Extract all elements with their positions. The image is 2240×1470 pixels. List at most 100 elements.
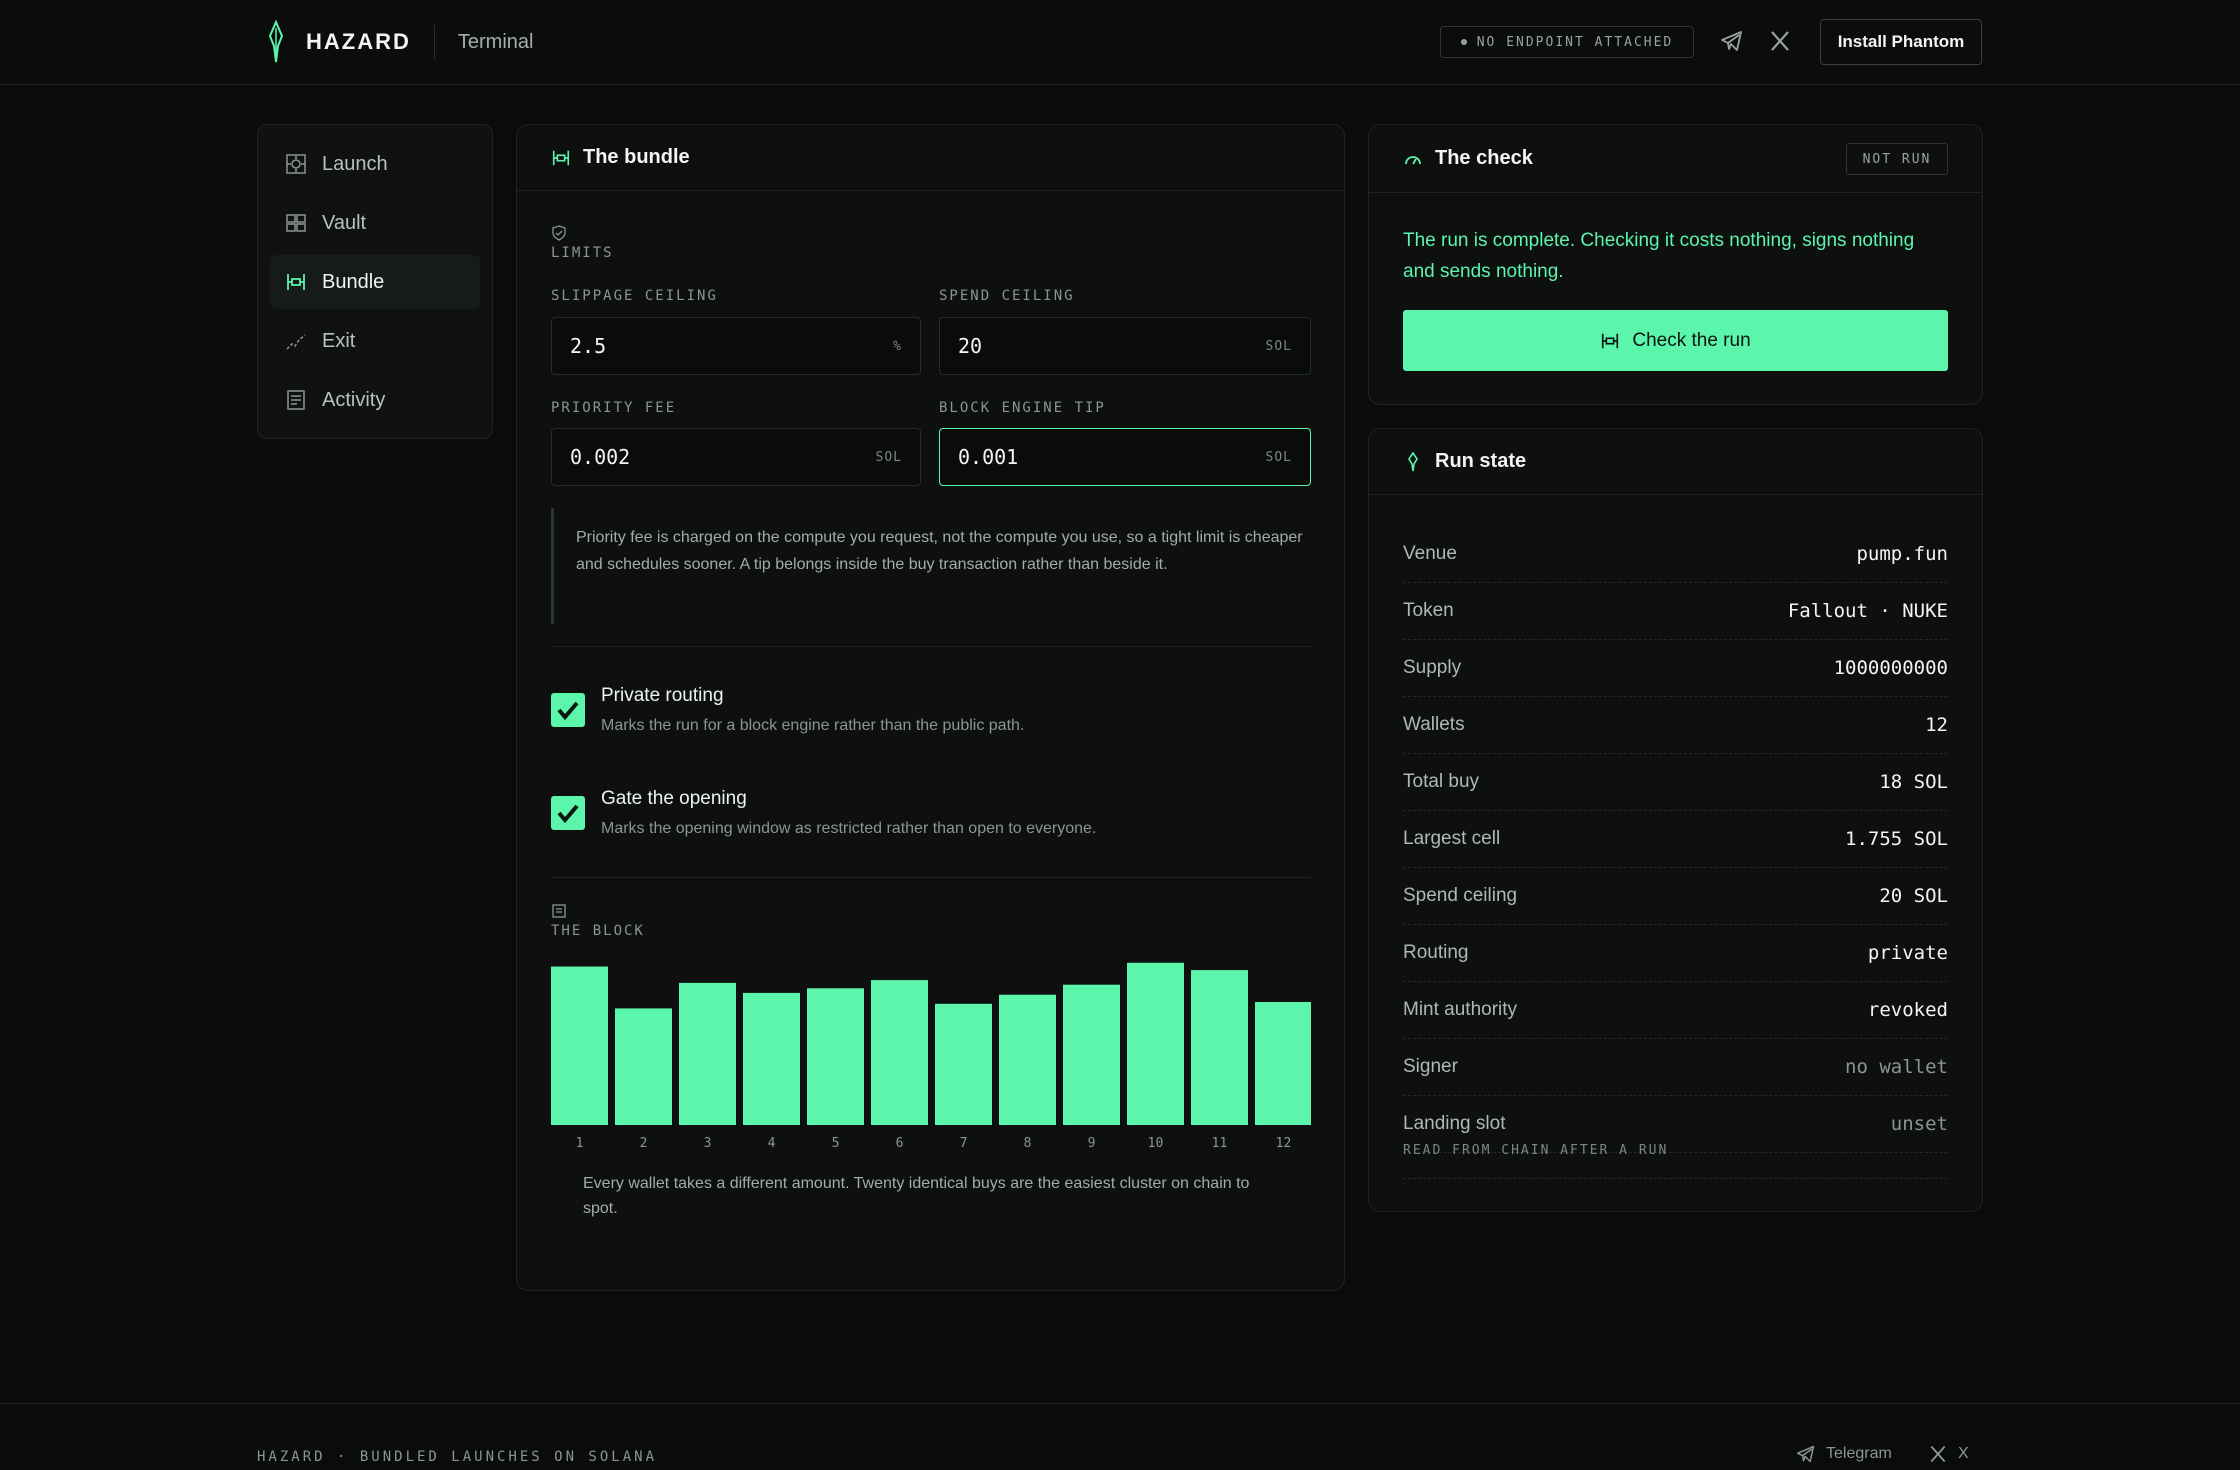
slippage-unit: % [893, 338, 902, 354]
block-label: THE BLOCK [551, 923, 645, 939]
sidebar-item-vault[interactable]: Vault [270, 196, 480, 250]
run-state-key: Routing [1403, 942, 1469, 963]
run-state-key: Landing slot [1403, 1113, 1506, 1134]
divider [551, 646, 1311, 647]
bar-wallet-3 [679, 982, 736, 1125]
panel-title: Run state [1435, 450, 1527, 472]
run-state-key: Mint authority [1403, 999, 1518, 1020]
brand-separator [433, 25, 435, 59]
activity-icon [287, 390, 305, 410]
bar-tick-label: 12 [1276, 1136, 1292, 1151]
check-run-label: Check the run [1632, 329, 1751, 351]
bar-wallet-6 [871, 980, 928, 1125]
run-state-key: Supply [1403, 657, 1462, 678]
spend-unit: SOL [1265, 338, 1292, 354]
bar-tick-label: 11 [1212, 1136, 1228, 1151]
private-routing-option[interactable]: Private routing Marks the run for a bloc… [551, 685, 1311, 745]
block-bar-chart: 1 2 3 4 5 6 7 8 9 10 11 12 [551, 962, 1312, 1151]
spend-value: 20 [958, 334, 983, 358]
tip-unit: SOL [1265, 449, 1292, 465]
priority-fee-input[interactable]: 0.002 SOL [551, 428, 921, 486]
x-icon [1930, 1445, 1946, 1463]
fee-note: Priority fee is charged on the compute y… [551, 508, 1311, 624]
run-state-row: Largest cell 1.755 SOL [1403, 811, 1948, 868]
spend-input[interactable]: 20 SOL [939, 317, 1311, 375]
run-state-value: no wallet [1845, 1056, 1948, 1078]
private-routing-desc: Marks the run for a block engine rather … [601, 717, 1025, 734]
bundle-icon [287, 274, 305, 290]
crystal-icon [1408, 451, 1418, 471]
run-state-key: Token [1403, 600, 1454, 621]
bar-tick-label: 7 [960, 1136, 968, 1151]
tip-value: 0.001 [958, 445, 1019, 469]
bar-wallet-12 [1255, 1002, 1312, 1125]
sidebar-item-label: Exit [322, 329, 356, 352]
run-state-row: Total buy 18 SOL [1403, 754, 1948, 811]
gauge-icon [1405, 155, 1421, 164]
slippage-input[interactable]: 2.5 % [551, 317, 921, 375]
footer-x-link[interactable]: X [1928, 1444, 1969, 1464]
gate-opening-checkbox[interactable] [551, 796, 585, 830]
vault-icon [286, 214, 306, 232]
bar-wallet-10 [1127, 962, 1184, 1125]
private-routing-checkbox[interactable] [551, 693, 585, 727]
sidebar-item-label: Bundle [322, 270, 385, 293]
slippage-value: 2.5 [570, 334, 607, 358]
block-engine-tip-input[interactable]: 0.001 SOL [939, 428, 1311, 486]
panel-title: The bundle [583, 146, 690, 168]
run-state-key: Wallets [1403, 714, 1465, 735]
limits-label: LIMITS [551, 245, 614, 261]
bar-wallet-2 [615, 1008, 672, 1125]
bar-wallet-4 [743, 992, 800, 1125]
check-icon [557, 804, 579, 824]
install-phantom-button[interactable]: Install Phantom [1820, 19, 1982, 65]
footer-x-label: X [1958, 1445, 1969, 1462]
block-chart: 1 2 3 4 5 6 7 8 9 10 11 12 [551, 961, 1312, 1151]
run-state-value: 12 [1925, 714, 1948, 736]
priority-unit: SOL [875, 449, 902, 465]
sidebar: Launch Vault Bundle Exit Activity [257, 124, 493, 439]
footer-telegram-link[interactable]: Telegram [1796, 1444, 1892, 1464]
run-status-badge: NOT RUN [1846, 143, 1948, 175]
block-icon [552, 904, 566, 918]
run-state-panel: Run state Venue pump.fun Token Fallout · NU… [1368, 428, 1983, 1212]
gate-opening-desc: Marks the opening window as restricted r… [601, 820, 1097, 837]
tip-label: BLOCK ENGINE TIP [939, 400, 1106, 416]
gate-opening-option[interactable]: Gate the opening Marks the opening windo… [551, 788, 1311, 848]
endpoint-status-text: NO ENDPOINT ATTACHED [1476, 34, 1674, 50]
check-run-button[interactable]: Check the run [1403, 310, 1948, 371]
check-panel-header: The check NOT RUN [1369, 125, 1982, 193]
run-state-key: Signer [1403, 1056, 1458, 1077]
brand[interactable]: HAZARD Terminal [264, 20, 533, 64]
bar-wallet-5 [807, 988, 864, 1125]
sidebar-item-launch[interactable]: Launch [270, 137, 480, 191]
spend-label: SPEND CEILING [939, 288, 1075, 304]
sidebar-item-exit[interactable]: Exit [270, 314, 480, 368]
private-routing-title: Private routing [601, 685, 724, 706]
sidebar-item-activity[interactable]: Activity [270, 373, 480, 427]
exit-icon [286, 334, 306, 350]
run-state-key: Total buy [1403, 771, 1480, 792]
telegram-icon[interactable] [1720, 29, 1744, 53]
sidebar-item-bundle[interactable]: Bundle [270, 255, 480, 309]
gate-opening-title: Gate the opening [601, 788, 747, 809]
x-icon[interactable] [1768, 29, 1792, 53]
run-state-value: pump.fun [1856, 543, 1948, 565]
run-state-value: revoked [1867, 999, 1948, 1021]
bar-wallet-11 [1191, 970, 1248, 1125]
bar-wallet-1 [551, 966, 608, 1125]
bar-tick-label: 4 [768, 1136, 776, 1151]
footer-text: HAZARD · BUNDLED LAUNCHES ON SOLANA [257, 1449, 658, 1465]
bar-tick-label: 2 [640, 1136, 648, 1151]
sidebar-item-label: Vault [322, 211, 367, 234]
run-state-header: Run state [1369, 429, 1982, 495]
slippage-label: SLIPPAGE CEILING [551, 288, 718, 304]
run-state-footnote: READ FROM CHAIN AFTER A RUN [1403, 1143, 1948, 1179]
brand-name: HAZARD [306, 29, 411, 54]
bar-tick-label: 8 [1024, 1136, 1032, 1151]
bundle-panel: The bundle LIMITS SLIPPAGE CEILING 2.5 %… [516, 124, 1345, 1291]
shield-icon [552, 225, 566, 241]
run-state-value: 1.755 SOL [1845, 828, 1948, 850]
launch-icon [286, 154, 306, 174]
crystal-logo-icon [268, 20, 284, 63]
